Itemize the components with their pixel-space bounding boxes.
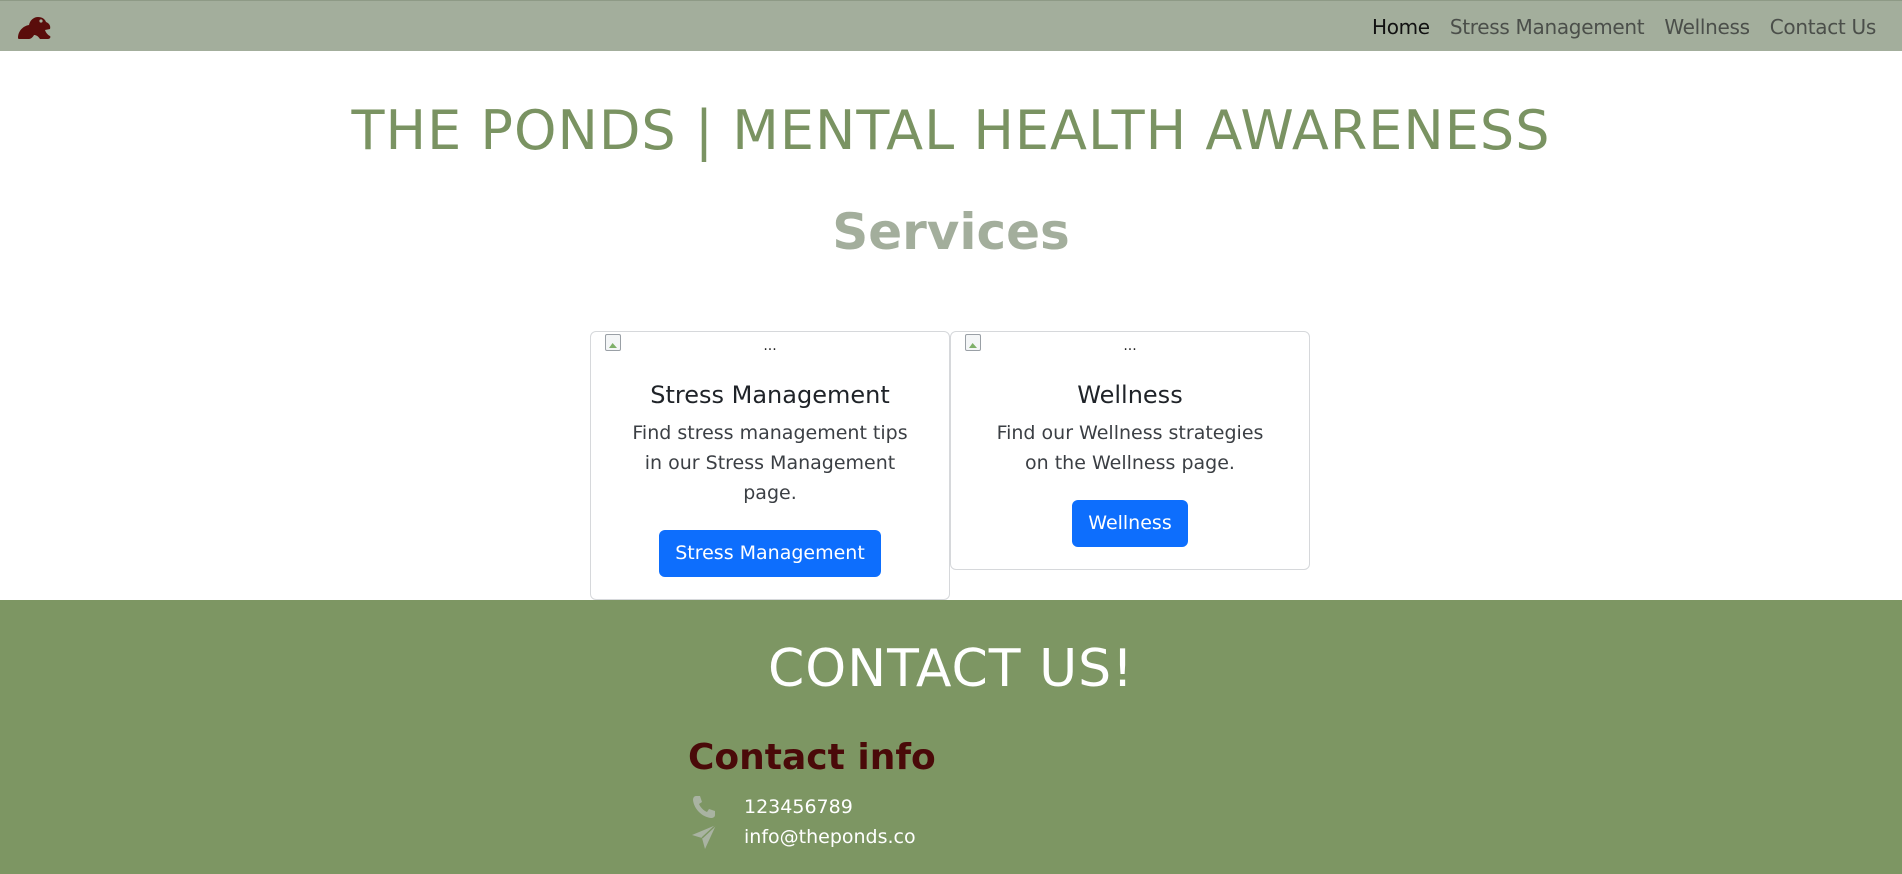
paper-plane-icon	[692, 824, 717, 849]
contact-email-row: info@theponds.co	[690, 822, 916, 852]
nav-links: Home Stress Management Wellness Contact …	[1352, 1, 1876, 52]
wellness-button[interactable]: Wellness	[1072, 500, 1188, 547]
card-text: Find stress management tips in our Stres…	[632, 422, 908, 504]
card-image: ...	[951, 332, 1309, 362]
nav-wellness[interactable]: Wellness	[1664, 15, 1750, 39]
page-title: THE PONDS | MENTAL HEALTH AWARENESS	[351, 99, 1551, 162]
services-heading: Services	[832, 203, 1070, 261]
contact-heading: CONTACT US!	[767, 639, 1135, 699]
card-title: Wellness	[1077, 381, 1183, 409]
contact-phone-row: 123456789	[690, 792, 853, 822]
nav-stress-management[interactable]: Stress Management	[1450, 15, 1645, 39]
stress-management-button[interactable]: Stress Management	[659, 530, 881, 577]
card-title: Stress Management	[650, 381, 890, 409]
footer: CONTACT US! Contact info 123456789 info@…	[0, 600, 1902, 874]
image-alt-text: ...	[763, 338, 777, 354]
card-wellness: ... Wellness Find our Wellness strategie…	[950, 331, 1310, 570]
phone-icon	[693, 796, 715, 818]
nav-home[interactable]: Home	[1372, 15, 1430, 39]
frog-icon[interactable]	[14, 11, 54, 43]
card-text: Find our Wellness strategies on the Well…	[996, 422, 1264, 474]
nav-contact-us[interactable]: Contact Us	[1770, 15, 1877, 39]
navbar: Home Stress Management Wellness Contact …	[0, 0, 1902, 51]
contact-phone[interactable]: 123456789	[744, 796, 853, 818]
contact-email[interactable]: info@theponds.co	[744, 826, 916, 848]
image-alt-text: ...	[1123, 338, 1137, 354]
card-image: ...	[591, 332, 949, 362]
card-stress-management: ... Stress Management Find stress manage…	[590, 331, 950, 600]
contact-info-heading: Contact info	[688, 737, 936, 778]
